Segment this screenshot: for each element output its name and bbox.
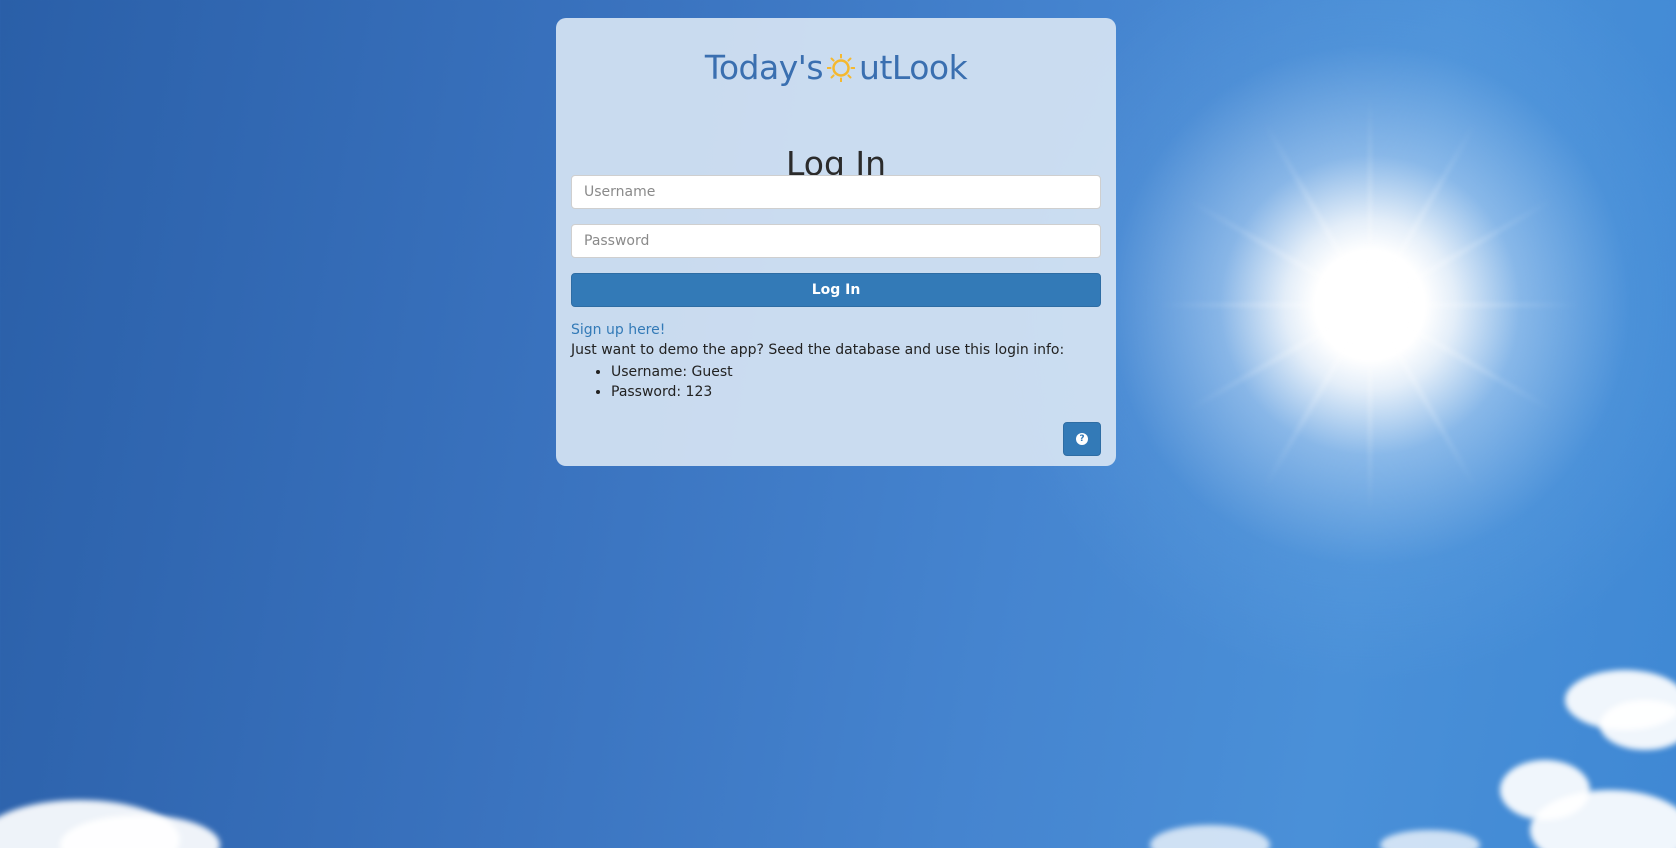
login-button[interactable]: Log In [571,273,1101,307]
logo-text-first: Today's [704,48,824,87]
password-input[interactable] [571,224,1101,258]
help-button[interactable]: ? [1063,422,1101,456]
logo-text-second: utLook [859,48,968,87]
demo-username-item: Username: Guest [611,362,733,382]
login-card: Today's utLook Log In Log In Sign up her… [556,18,1116,466]
signup-link[interactable]: Sign up here! [571,322,665,338]
demo-password-item: Password: 123 [611,382,733,402]
demo-info-text: Just want to demo the app? Seed the data… [571,342,1065,358]
username-input[interactable] [571,175,1101,209]
question-circle-icon: ? [1076,433,1088,445]
brand-logo: Today's utLook [556,46,1116,90]
sun-icon [826,49,856,83]
demo-credentials-list: Username: Guest Password: 123 [571,362,733,402]
